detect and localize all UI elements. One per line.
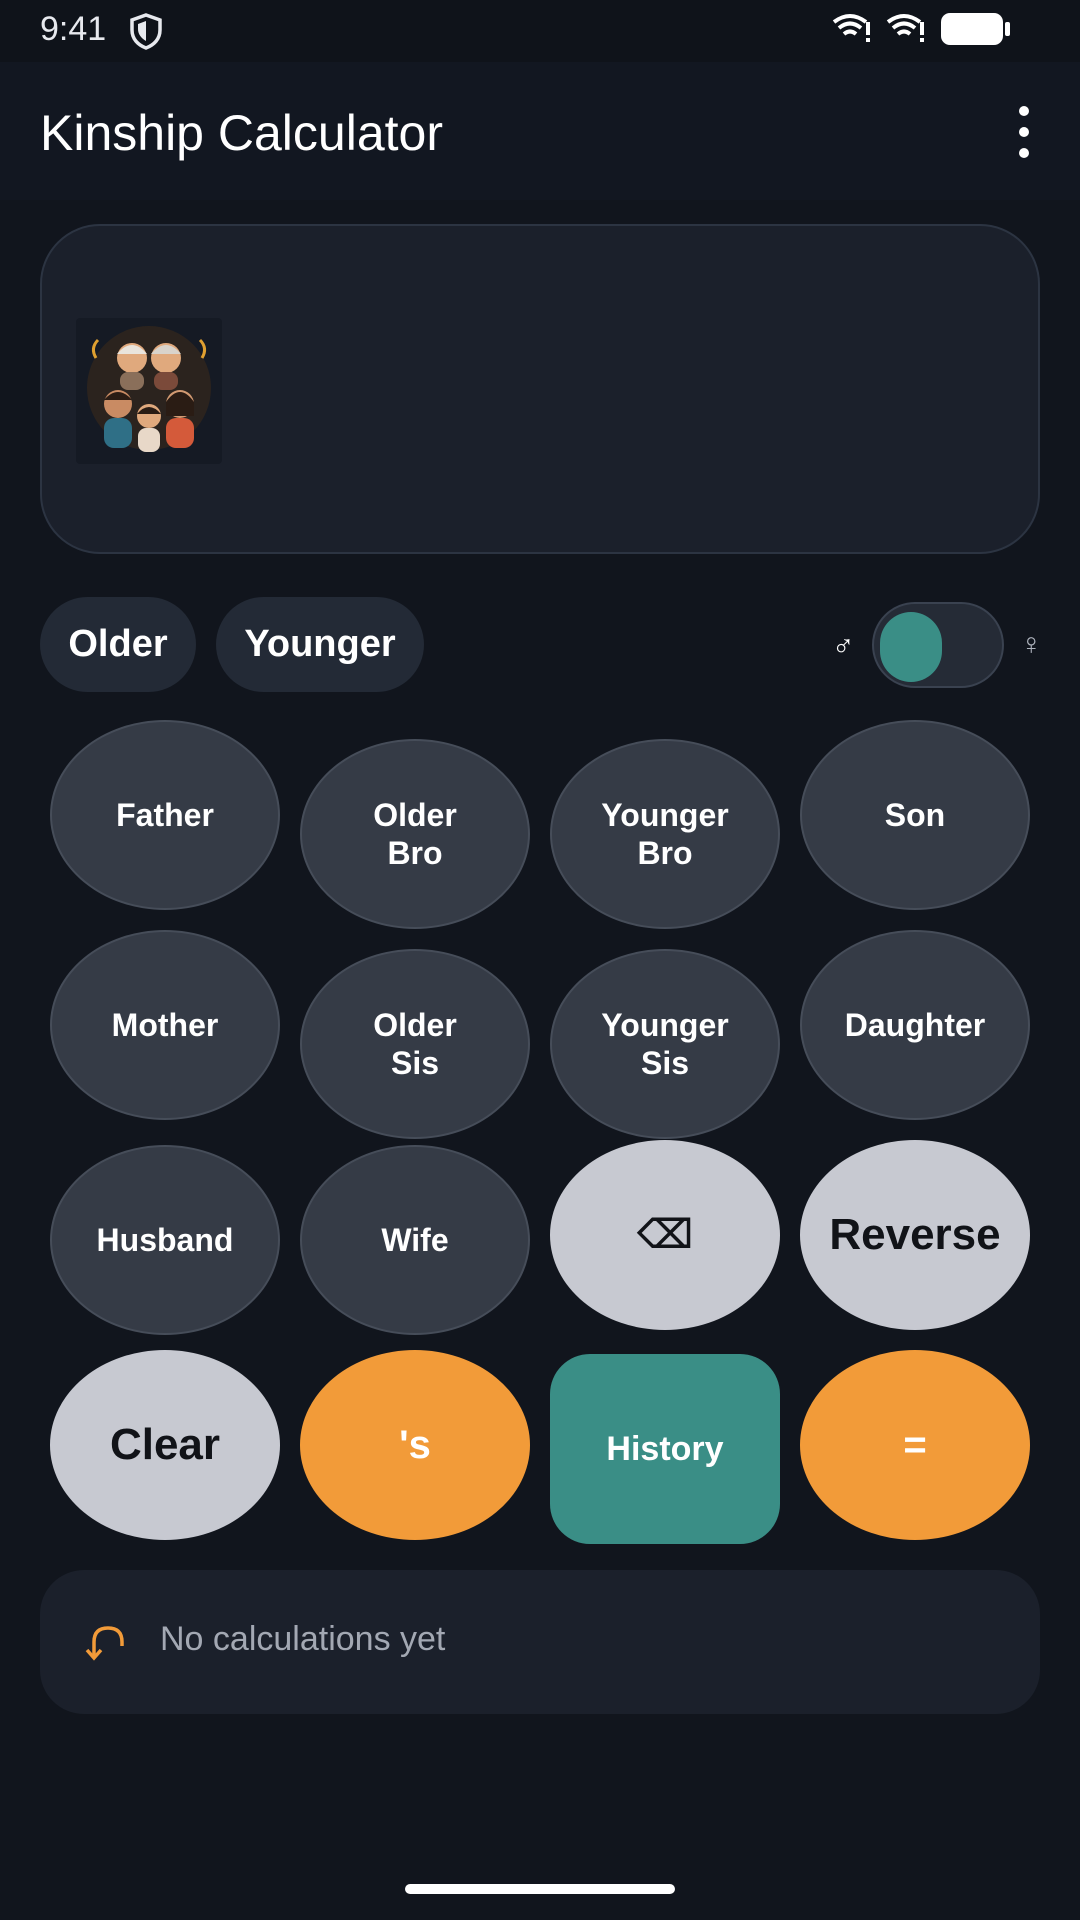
switch-thumb xyxy=(880,612,942,682)
history-button[interactable]: History xyxy=(550,1354,780,1544)
undo-icon xyxy=(85,1626,124,1661)
family-illustration xyxy=(76,318,222,464)
older-sister-button[interactable]: Older Sis xyxy=(300,949,530,1139)
daughter-button[interactable]: Daughter xyxy=(800,930,1030,1120)
result-display xyxy=(40,224,1040,554)
older-brother-button[interactable]: Older Bro xyxy=(300,739,530,929)
battery-icon xyxy=(941,13,1010,45)
son-button[interactable]: Son xyxy=(800,720,1030,910)
older-button[interactable]: Older xyxy=(40,597,196,692)
husband-button[interactable]: Husband xyxy=(50,1145,280,1335)
status-bar: 9:41 xyxy=(0,0,1080,62)
equals-button[interactable]: = xyxy=(800,1350,1030,1540)
backspace-button[interactable]: ⌫ xyxy=(550,1140,780,1330)
app-bar: Kinship Calculator xyxy=(0,62,1080,200)
wife-button[interactable]: Wife xyxy=(300,1145,530,1335)
father-button[interactable]: Father xyxy=(50,720,280,910)
possessive-button[interactable]: 's xyxy=(300,1350,530,1540)
status-time: 9:41 xyxy=(40,10,107,48)
clear-button[interactable]: Clear xyxy=(50,1350,280,1540)
wifi-icon xyxy=(886,14,924,42)
shield-icon xyxy=(130,13,162,50)
younger-brother-button[interactable]: Younger Bro xyxy=(550,739,780,929)
male-icon: ♂ xyxy=(832,630,855,663)
app-title: Kinship Calculator xyxy=(40,105,443,161)
history-panel: No calculations yet xyxy=(40,1570,1040,1714)
female-icon: ♀ xyxy=(1020,628,1043,661)
more-options-icon[interactable] xyxy=(1010,106,1038,158)
home-indicator[interactable] xyxy=(405,1884,675,1894)
mother-button[interactable]: Mother xyxy=(50,930,280,1120)
wifi-icon xyxy=(832,14,870,42)
gender-switch[interactable] xyxy=(872,602,1004,688)
younger-sister-button[interactable]: Younger Sis xyxy=(550,949,780,1139)
younger-button[interactable]: Younger xyxy=(216,597,424,692)
history-empty-text: No calculations yet xyxy=(160,1620,446,1658)
reverse-button[interactable]: Reverse xyxy=(800,1140,1030,1330)
